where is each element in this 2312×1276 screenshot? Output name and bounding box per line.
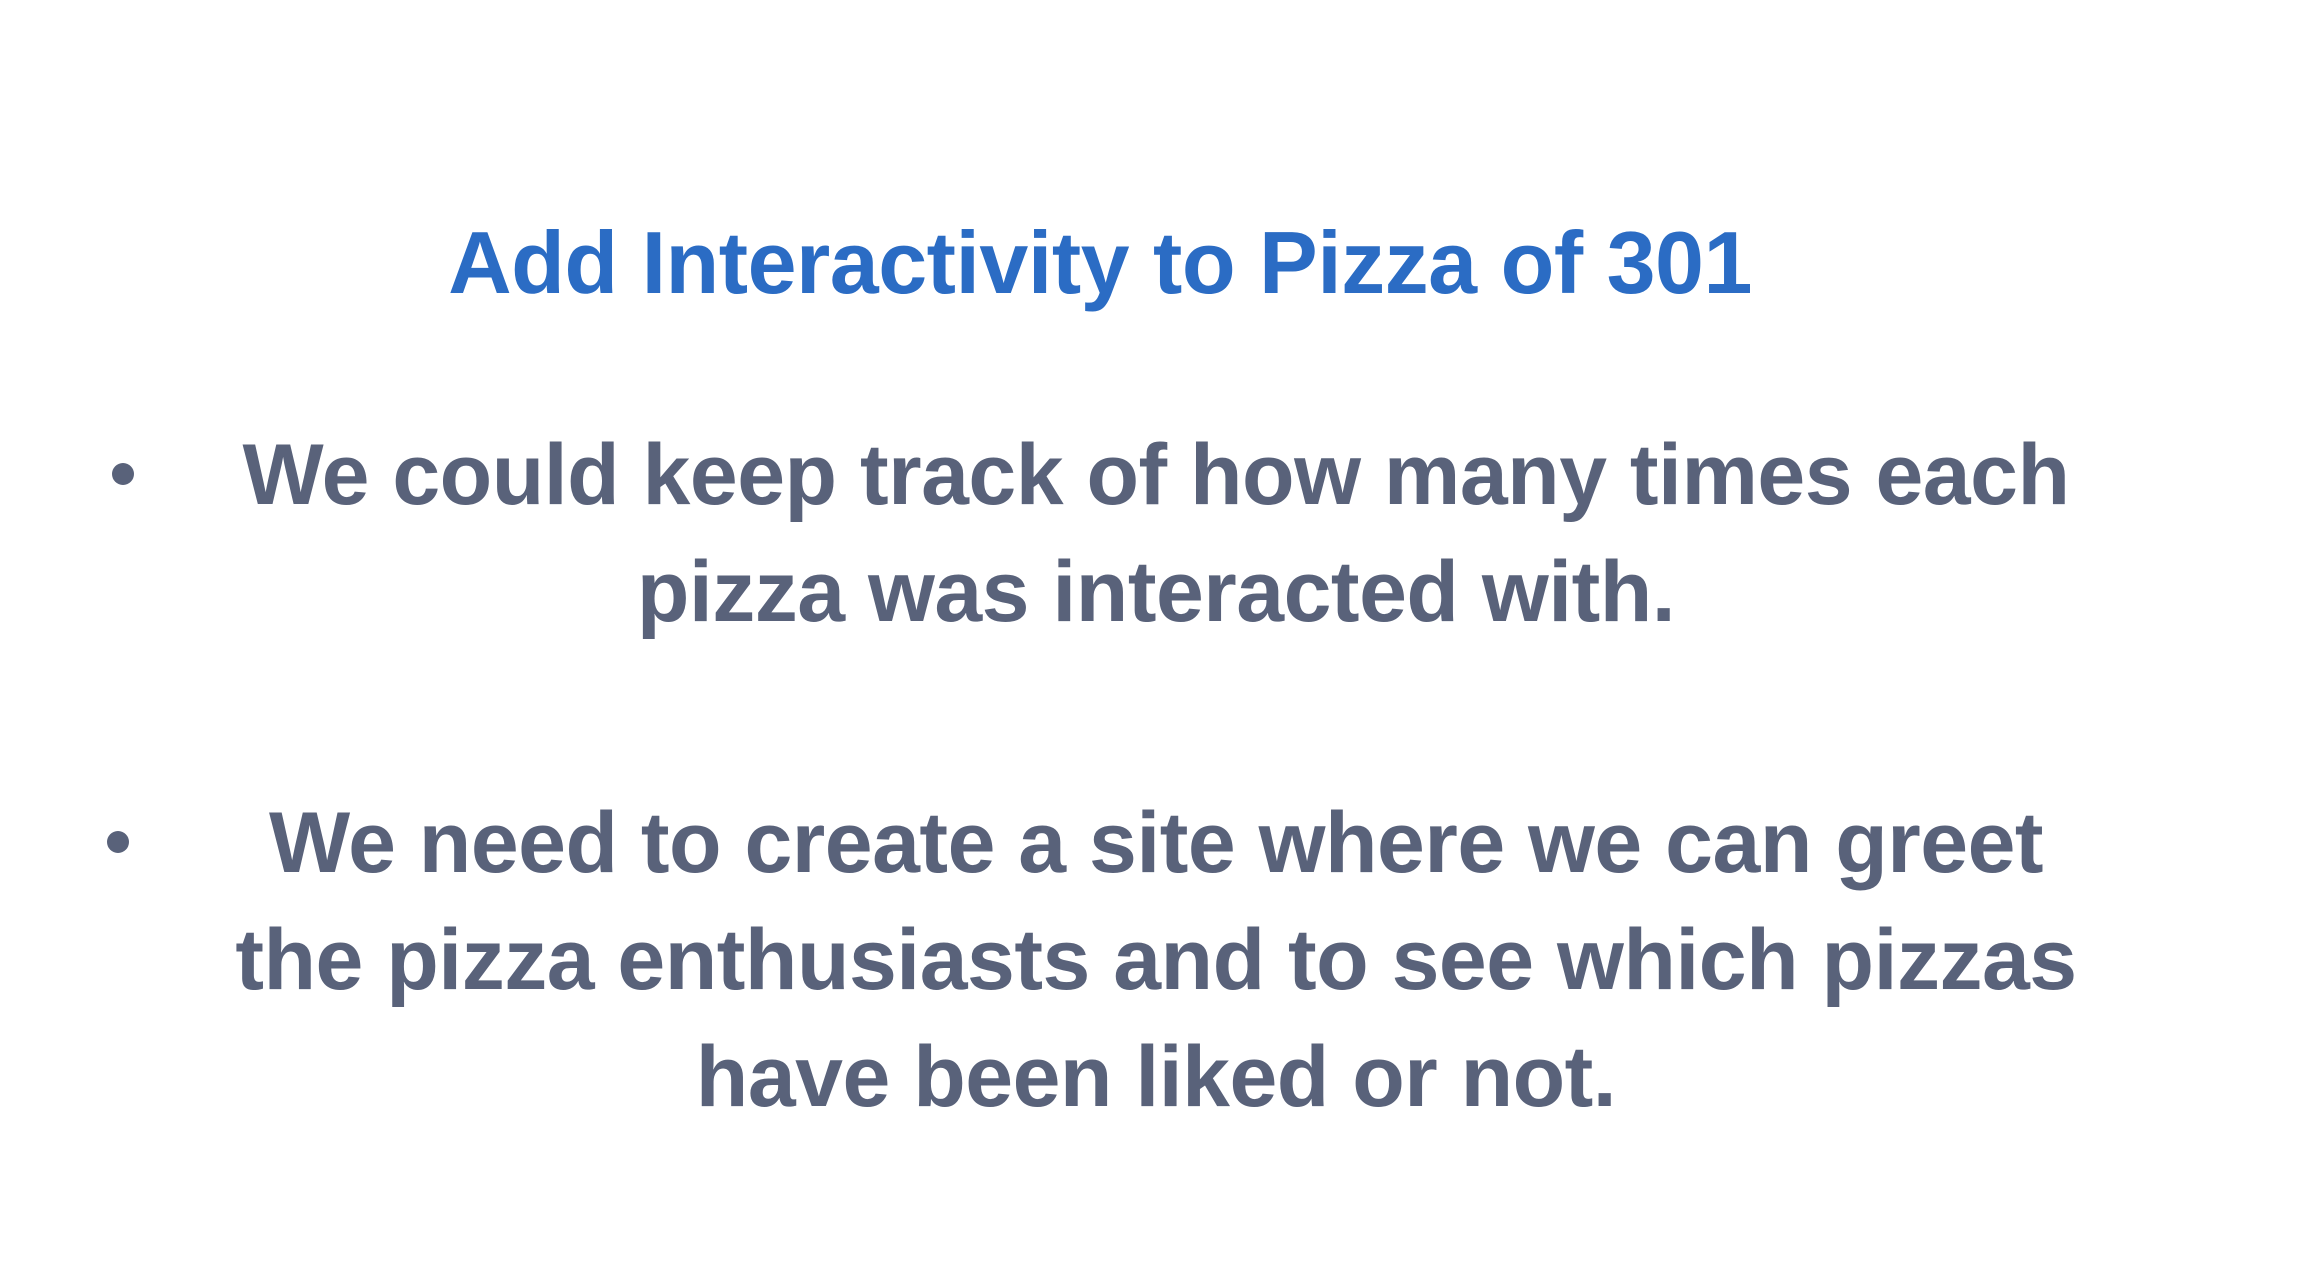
slide: Add Interactivity to Pizza of 301 We cou…: [0, 0, 2312, 1276]
bullet-line: We need to create a site where we can gr…: [268, 795, 2044, 891]
bullet-line: pizza was interacted with.: [636, 544, 1676, 640]
bullet-line: We could keep track of how many times ea…: [242, 427, 2071, 523]
bullet-line: the pizza enthusiasts and to see which p…: [235, 912, 2077, 1008]
bullet-item-1: We could keep track of how many times ea…: [0, 417, 2312, 651]
bullet-line: have been liked or not.: [695, 1029, 1617, 1125]
slide-title: Add Interactivity to Pizza of 301: [448, 213, 1752, 312]
bullet-item-2: We need to create a site where we can gr…: [0, 785, 2312, 1136]
